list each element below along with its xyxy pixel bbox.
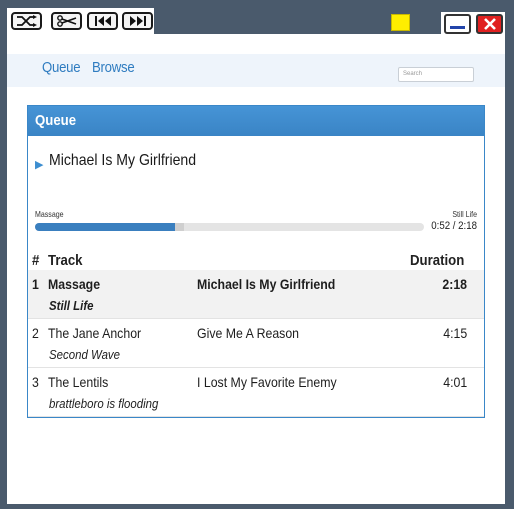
queue-row[interactable]: 1 Massage Still Life Michael Is My Girlfrie…: [28, 270, 484, 319]
column-header-track: Track: [48, 252, 83, 269]
minimize-button[interactable]: [444, 14, 471, 34]
status-indicator: [391, 14, 410, 31]
next-icon: [129, 16, 146, 26]
queue-panel: Queue ▶ Michael Is My Girlfriend Massage…: [27, 105, 485, 418]
track-title: I Lost My Favorite Enemy: [197, 374, 337, 390]
nav-browse-link[interactable]: Browse: [92, 59, 135, 76]
app-window: Queue Browse Search Queue ▶ Michael Is M…: [7, 34, 505, 504]
next-button[interactable]: [122, 12, 153, 30]
column-header-number: #: [32, 252, 40, 269]
search-input[interactable]: Search: [398, 67, 474, 82]
now-playing-artist: Massage: [35, 210, 64, 219]
track-number: 2: [32, 325, 39, 341]
track-artist: The Jane Anchor: [48, 325, 142, 341]
title-bar: [0, 0, 514, 34]
track-duration: 2:18: [442, 276, 467, 292]
track-album: Still Life: [49, 298, 94, 313]
queue-panel-title: Queue: [35, 112, 77, 129]
shuffle-icon: [16, 15, 37, 27]
time-display: 0:52 / 2:18: [431, 220, 477, 232]
minimize-icon: [450, 26, 465, 29]
scissors-icon: [56, 15, 76, 27]
progress-buffer: [175, 223, 185, 231]
queue-row[interactable]: 3 The Lentils brattleboro is flooding I Los…: [28, 368, 484, 417]
track-number: 3: [32, 374, 39, 390]
progress-fill: [35, 223, 176, 231]
queue-panel-header: Queue: [28, 106, 484, 136]
window-controls: [441, 12, 505, 34]
previous-icon: [94, 16, 111, 26]
column-header-duration: Duration: [410, 252, 465, 269]
close-button[interactable]: [476, 14, 503, 34]
track-number: 1: [32, 276, 39, 292]
track-album: brattleboro is flooding: [49, 396, 159, 411]
progress-bar[interactable]: [35, 223, 424, 231]
track-duration: 4:15: [443, 325, 467, 341]
track-title: Give Me A Reason: [197, 325, 300, 341]
queue-row[interactable]: 2 The Jane Anchor Second Wave Give Me A Rea…: [28, 319, 484, 368]
queue-row[interactable]: 4The MormonsLand Shrimp & Long Pork3:19: [28, 417, 484, 418]
crop-button[interactable]: [51, 12, 82, 30]
playback-toolbar: [7, 8, 154, 34]
previous-button[interactable]: [87, 12, 118, 30]
now-playing-album: Still Life: [452, 210, 477, 219]
track-title: Michael Is My Girlfriend: [197, 276, 336, 292]
track-artist: The Lentils: [48, 374, 109, 390]
nav-queue-link[interactable]: Queue: [42, 59, 81, 76]
track-duration: 4:01: [443, 374, 467, 390]
navbar: Queue Browse Search: [7, 54, 505, 87]
now-playing-title: Michael Is My Girlfriend: [49, 152, 197, 169]
shuffle-button[interactable]: [11, 12, 42, 30]
track-album: Second Wave: [49, 347, 121, 362]
track-artist: Massage: [48, 276, 101, 292]
play-icon: ▶: [35, 159, 44, 171]
close-icon: [483, 18, 496, 30]
